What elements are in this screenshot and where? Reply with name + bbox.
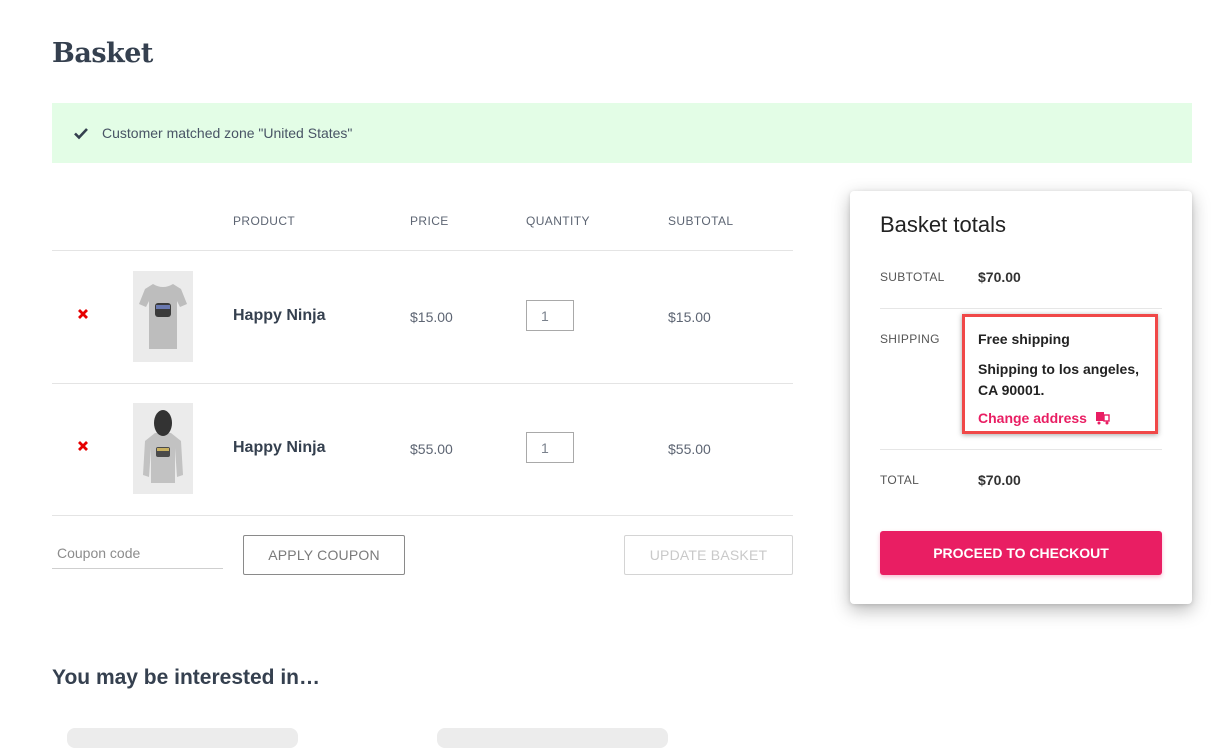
update-basket-button[interactable]: UPDATE BASKET: [624, 535, 793, 575]
related-product-card[interactable]: [67, 728, 298, 748]
cart-row: Happy Ninja $15.00 $15.00: [52, 251, 793, 384]
product-subtotal: $15.00: [668, 309, 711, 325]
product-price: $55.00: [410, 441, 453, 457]
total-value: $70.00: [978, 472, 1021, 488]
product-name[interactable]: Happy Ninja: [233, 307, 325, 325]
quantity-input[interactable]: [526, 300, 574, 331]
total-label: TOTAL: [880, 473, 920, 487]
column-header-product: PRODUCT: [233, 214, 296, 228]
column-header-price: PRICE: [410, 214, 449, 228]
product-price: $15.00: [410, 309, 453, 325]
apply-coupon-button[interactable]: APPLY COUPON: [243, 535, 405, 575]
coupon-code-input[interactable]: [52, 537, 223, 569]
basket-totals-panel: Basket totals SUBTOTAL $70.00 SHIPPING F…: [850, 191, 1192, 604]
truck-icon: [1095, 411, 1110, 425]
zone-notice: Customer matched zone "United States": [52, 103, 1192, 163]
cart-row: Happy Ninja $55.00 $55.00: [52, 383, 793, 516]
related-product-card[interactable]: [437, 728, 668, 748]
check-icon: [73, 125, 89, 141]
shipping-label: SHIPPING: [880, 332, 940, 346]
divider: [880, 449, 1162, 450]
product-name[interactable]: Happy Ninja: [233, 439, 325, 457]
basket-totals-title: Basket totals: [880, 212, 1006, 237]
shipping-method: Free shipping: [978, 331, 1070, 347]
remove-item-icon[interactable]: [76, 307, 90, 321]
column-header-subtotal: SUBTOTAL: [668, 214, 734, 228]
change-address-label: Change address: [978, 410, 1087, 426]
shipping-destination: Shipping to los angeles, CA 90001.: [978, 361, 1140, 398]
subtotal-label: SUBTOTAL: [880, 270, 945, 284]
column-header-quantity: QUANTITY: [526, 214, 590, 228]
quantity-input[interactable]: [526, 432, 574, 463]
product-thumbnail-tshirt[interactable]: [133, 271, 193, 362]
subtotal-value: $70.00: [978, 269, 1021, 285]
proceed-to-checkout-button[interactable]: PROCEED TO CHECKOUT: [880, 531, 1162, 575]
remove-item-icon[interactable]: [76, 439, 90, 453]
related-products-title: You may be interested in…: [52, 666, 321, 689]
page-title: Basket: [52, 38, 153, 69]
product-thumbnail-hoodie[interactable]: [133, 403, 193, 494]
change-address-link[interactable]: Change address: [978, 410, 1110, 426]
divider: [880, 308, 1162, 309]
notice-message: Customer matched zone "United States": [102, 125, 353, 141]
product-subtotal: $55.00: [668, 441, 711, 457]
